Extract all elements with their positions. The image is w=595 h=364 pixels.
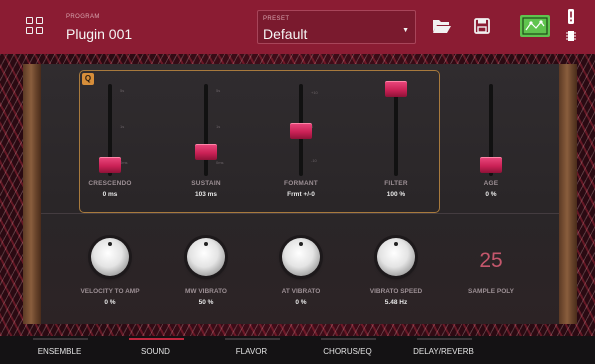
grid-square xyxy=(26,27,33,34)
slider-label: FORMANT xyxy=(284,180,318,187)
preset-caption: PRESET xyxy=(263,16,290,22)
knob-value: 0 % xyxy=(104,299,116,306)
grid-square xyxy=(26,17,33,24)
slider-label: AGE xyxy=(483,180,499,187)
tab-indicator xyxy=(417,338,472,340)
formant-slider[interactable]: +10 0 -10 FORMANT Frmt +/-0 xyxy=(271,84,331,204)
wood-side-panel-right xyxy=(559,64,577,324)
tab-label: CHORUS/EQ xyxy=(323,347,372,356)
knob-label: AT VIBRATO xyxy=(281,288,321,295)
scale-top: 5s xyxy=(216,88,221,93)
tab-bar: ENSEMBLE SOUND FLAVOR CHORUS/EQ DELAY/RE… xyxy=(0,336,595,364)
preset-value: Default xyxy=(263,26,308,42)
grid-menu-icon[interactable] xyxy=(26,17,43,34)
tab-label: FLAVOR xyxy=(235,347,268,356)
scale-mid: 1s xyxy=(120,124,125,129)
tab-indicator xyxy=(321,338,376,340)
slider-label: FILTER xyxy=(384,180,408,187)
wood-side-panel-left xyxy=(23,64,41,324)
slider-value: Frmt +/-0 xyxy=(287,191,315,198)
scale-top: 5s xyxy=(120,88,125,93)
mw-vibrato-knob[interactable] xyxy=(187,238,225,276)
tab-sound[interactable]: SOUND xyxy=(108,336,203,364)
tab-delay-reverb[interactable]: DELAY/REVERB xyxy=(396,336,491,364)
at-vibrato-knob[interactable] xyxy=(282,238,320,276)
tab-ensemble[interactable]: ENSEMBLE xyxy=(12,336,107,364)
scale-bottom: 0ms xyxy=(120,160,128,165)
sample-poly-label: SAMPLE POLY xyxy=(468,288,514,295)
tab-chorus-eq[interactable]: CHORUS/EQ xyxy=(300,336,395,364)
chevron-down-icon: ▼ xyxy=(402,27,409,34)
tab-flavor[interactable]: FLAVOR xyxy=(204,336,299,364)
filter-slider[interactable]: FILTER 100 % xyxy=(366,81,426,204)
vibrato-speed-knob[interactable] xyxy=(377,238,415,276)
slider-thumb[interactable] xyxy=(385,81,407,97)
velocity-to-amp-control: VELOCITY TO AMP 0 % xyxy=(70,238,150,310)
slider-thumb[interactable] xyxy=(480,156,502,173)
scale-top: +10 xyxy=(311,90,318,95)
warning-icon xyxy=(568,9,574,24)
at-vibrato-control: AT VIBRATO 0 % xyxy=(261,238,341,310)
grid-square xyxy=(36,17,43,24)
plugin-name[interactable]: Plugin 001 xyxy=(66,26,132,42)
slider-track xyxy=(394,84,398,176)
plugin-caption: PROGRAM xyxy=(66,14,100,20)
vibrato-speed-control: VIBRATO SPEED 5.48 Hz xyxy=(356,238,436,310)
crescendo-slider[interactable]: 5s 1s 0ms CRESCENDO 0 ms xyxy=(80,84,140,204)
waveform-edit-button[interactable] xyxy=(520,15,550,37)
grid-square xyxy=(36,27,43,34)
folder-open-icon[interactable] xyxy=(432,18,451,34)
knob-label: VIBRATO SPEED xyxy=(369,288,423,295)
slider-value: 0 % xyxy=(485,191,497,198)
tab-label: ENSEMBLE xyxy=(37,347,82,356)
knob-value: 50 % xyxy=(198,299,214,306)
top-bar: PROGRAM Plugin 001 PRESET Default ▼ xyxy=(0,0,595,54)
panel-divider xyxy=(41,213,559,214)
slider-thumb[interactable] xyxy=(195,144,217,160)
knob-value: 5.48 Hz xyxy=(384,299,408,306)
tab-indicator xyxy=(129,338,184,340)
waveform-edit-icon xyxy=(522,17,548,35)
sustain-slider[interactable]: 5s 1s 0ms SUSTAIN 103 ms xyxy=(176,84,236,204)
knob-label: MW VIBRATO xyxy=(184,288,227,295)
tab-label: DELAY/REVERB xyxy=(413,347,474,356)
velocity-to-amp-knob[interactable] xyxy=(91,238,129,276)
mw-vibrato-control: MW VIBRATO 50 % xyxy=(166,238,246,310)
tab-indicator xyxy=(225,338,280,340)
chip-icon xyxy=(566,31,576,41)
scale-bottom: -10 xyxy=(311,158,317,163)
tab-indicator xyxy=(33,338,88,340)
slider-value: 0 ms xyxy=(102,191,118,198)
sample-poly-value[interactable]: 25 xyxy=(465,249,517,273)
slider-thumb[interactable] xyxy=(290,123,312,139)
scale-mid: 1s xyxy=(216,124,221,129)
slider-label: SUSTAIN xyxy=(191,180,221,187)
slider-value: 100 % xyxy=(386,191,406,198)
preset-dropdown[interactable]: PRESET Default ▼ xyxy=(257,10,416,44)
scale-bottom: 0ms xyxy=(216,160,224,165)
slider-label: CRESCENDO xyxy=(88,180,132,187)
slider-thumb[interactable] xyxy=(99,156,121,173)
slider-track xyxy=(204,84,208,176)
tab-label: SOUND xyxy=(141,347,170,356)
age-slider[interactable]: AGE 0 % xyxy=(461,84,521,204)
knob-value: 0 % xyxy=(295,299,307,306)
save-icon[interactable] xyxy=(474,18,490,34)
knob-label: VELOCITY TO AMP xyxy=(80,288,140,295)
slider-value: 103 ms xyxy=(194,191,218,198)
